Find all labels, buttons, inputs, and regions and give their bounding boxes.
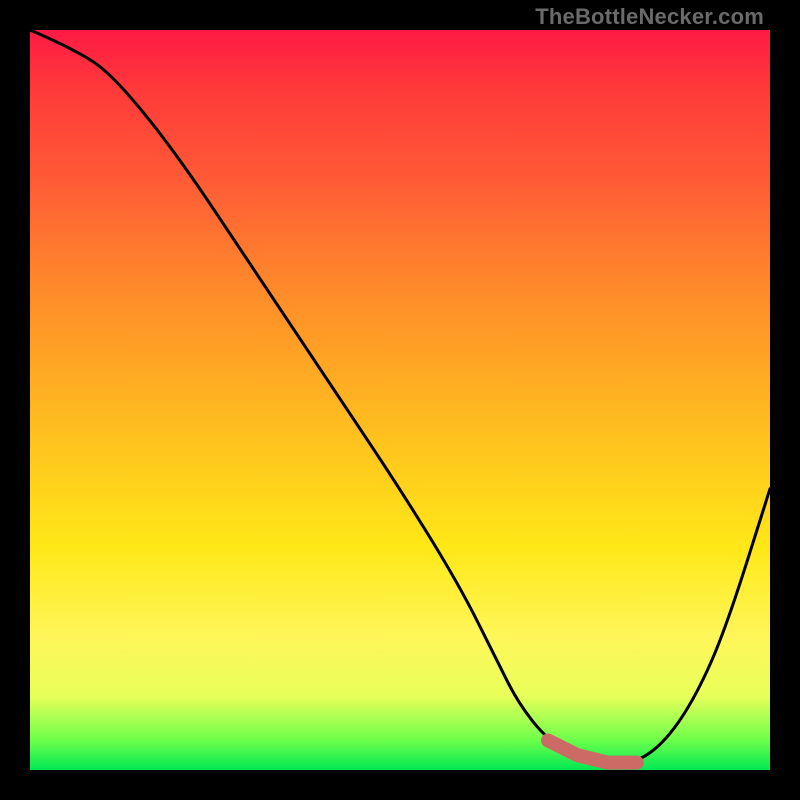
chart-frame <box>30 30 770 770</box>
watermark-text: TheBottleNecker.com <box>535 4 764 30</box>
chart-background-gradient <box>30 30 770 770</box>
